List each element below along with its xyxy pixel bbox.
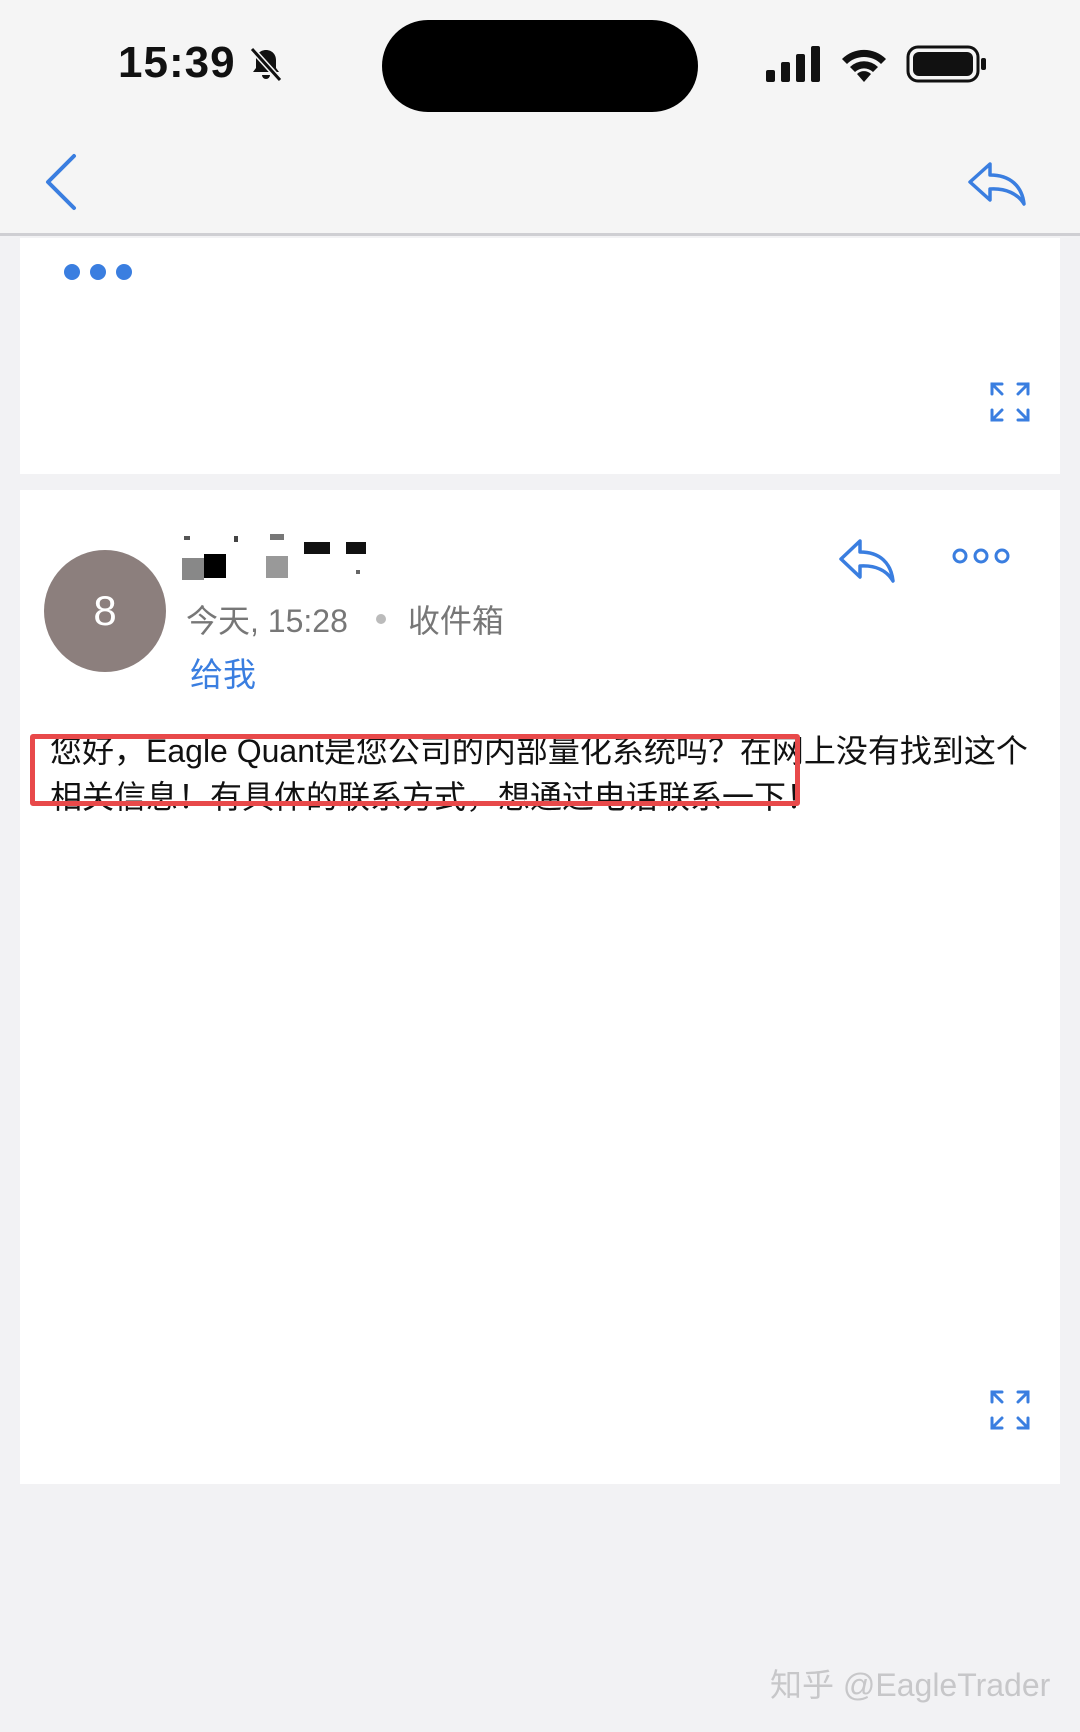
message-card: 8 今天, 15:28 收件箱 给我 您好，Eagle Quant是您公司的内部… (20, 490, 1060, 1484)
more-options-icon[interactable] (950, 544, 1012, 568)
separator-dot (375, 614, 386, 624)
expand-icon[interactable] (988, 380, 1032, 424)
reply-icon[interactable] (838, 536, 896, 584)
avatar[interactable]: 8 (44, 550, 166, 672)
collapsed-message-card[interactable] (20, 238, 1060, 474)
redacted-sender-name (182, 534, 366, 580)
bell-muted-icon (249, 46, 283, 83)
cellular-signal-icon (766, 46, 820, 82)
more-dots-icon[interactable] (64, 264, 132, 280)
wifi-icon (842, 49, 886, 82)
expand-icon[interactable] (988, 1388, 1032, 1432)
battery-icon (906, 45, 986, 83)
back-chevron-icon[interactable] (40, 150, 84, 214)
message-meta: 今天, 15:28 收件箱 (186, 596, 504, 642)
message-date: 今天, 15:28 (186, 603, 348, 639)
status-time: 15:39 (118, 38, 236, 87)
reply-icon[interactable] (966, 158, 1028, 208)
status-bar: 15:39 (0, 0, 1080, 130)
dynamic-island (382, 20, 698, 112)
highlight-annotation-box (30, 734, 800, 806)
recipient-link[interactable]: 给我 (190, 648, 256, 696)
nav-bar (0, 130, 1080, 236)
avatar-initial: 8 (93, 587, 117, 634)
watermark: 知乎 @EagleTrader (770, 1667, 1051, 1703)
folder-label: 收件箱 (407, 603, 504, 639)
